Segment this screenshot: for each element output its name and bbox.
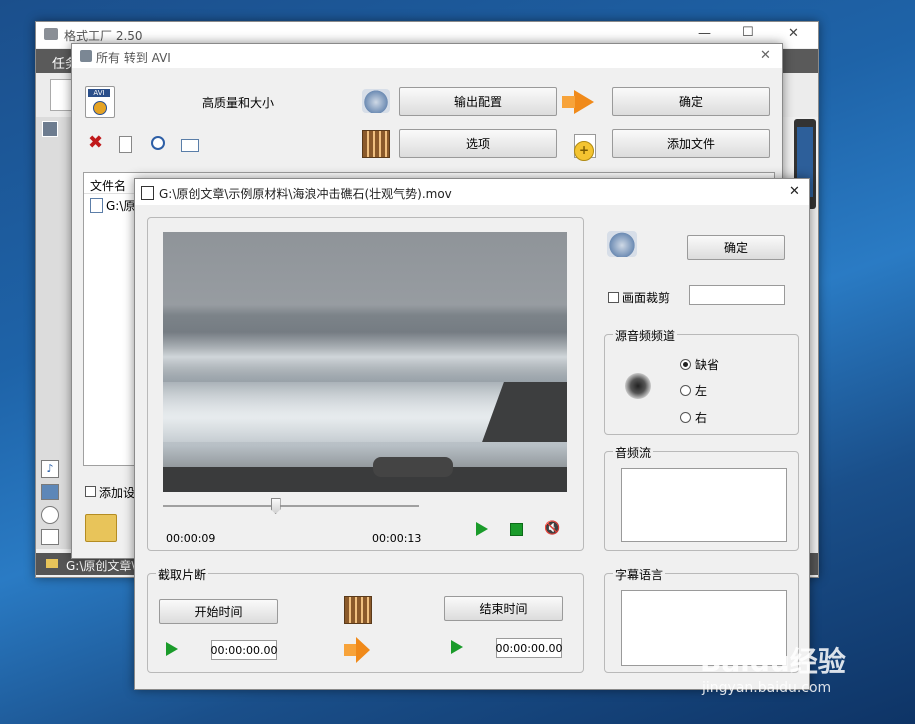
speaker-icon — [625, 373, 651, 399]
clip-titlebar: G:\原创文章\示例原材料\海浪冲击礁石(壮观气势).mov ✕ — [135, 179, 809, 205]
file-name: G:\原 — [106, 199, 136, 213]
end-play-icon[interactable] — [451, 640, 463, 654]
ok-button[interactable]: 确定 — [612, 87, 770, 116]
folder-icon — [46, 559, 58, 568]
audio-stream-list[interactable] — [621, 468, 787, 542]
add-file-plus-icon: + — [574, 141, 594, 161]
stop-icon[interactable] — [510, 523, 523, 536]
audio-channel-group: 源音频频道 缺省 左 右 — [604, 327, 799, 435]
channel-right-radio[interactable] — [680, 412, 691, 423]
file-icon — [90, 198, 103, 213]
audio-channel-legend: 源音频频道 — [613, 327, 678, 344]
disc-category-icon[interactable] — [41, 506, 59, 524]
add-settings-label: 添加设 — [99, 486, 136, 500]
watermark-url: jingyan.baidu.com — [702, 680, 832, 696]
video-category-icon[interactable] — [42, 121, 58, 137]
delete-icon[interactable]: ✖ — [88, 132, 103, 153]
output-config-icon — [362, 89, 390, 113]
category-sidebar: ♪ — [36, 117, 72, 549]
seek-track[interactable] — [163, 505, 419, 507]
arrow-right-icon-stem — [562, 96, 575, 108]
watermark-brand: Baidu经验 — [700, 645, 846, 678]
play-preview-icon[interactable] — [151, 136, 165, 150]
settings-icon — [607, 231, 637, 257]
add-settings-checkbox[interactable] — [85, 486, 96, 497]
close-button[interactable]: ✕ — [788, 26, 799, 41]
channel-right-label: 右 — [695, 411, 708, 425]
segment-arrow-icon — [356, 637, 370, 663]
audio-stream-legend: 音频流 — [613, 444, 654, 461]
clip-editor-dialog: G:\原创文章\示例原材料\海浪冲击礁石(壮观气势).mov ✕ 00:00:0… — [134, 178, 810, 690]
current-time: 00:00:09 — [166, 532, 216, 545]
channel-left-label: 左 — [695, 384, 708, 398]
options-button[interactable]: 选项 — [399, 129, 557, 158]
video-frame — [163, 232, 567, 492]
seek-thumb[interactable] — [270, 498, 281, 514]
subtitle-legend: 字幕语言 — [613, 566, 666, 583]
music-category-icon[interactable]: ♪ — [41, 460, 59, 478]
clip-title-icon — [141, 186, 154, 200]
picture-category-icon[interactable] — [41, 484, 59, 500]
clip-dialog-title: G:\原创文章\示例原材料\海浪冲击礁石(壮观气势).mov — [159, 187, 452, 201]
output-config-button[interactable]: 输出配置 — [399, 87, 557, 116]
mute-icon[interactable]: 🔇 — [544, 521, 560, 536]
filename-column-header[interactable]: 文件名 — [90, 177, 126, 194]
clip-ok-button[interactable]: 确定 — [687, 235, 785, 260]
tools-category-icon[interactable] — [41, 529, 59, 545]
clip-close-button[interactable]: ✕ — [789, 184, 800, 199]
play-icon[interactable] — [476, 522, 488, 536]
clip-film-icon — [344, 596, 372, 624]
audio-stream-group: 音频流 — [604, 444, 799, 551]
segment-legend: 截取片断 — [156, 566, 209, 583]
task-icon[interactable] — [50, 79, 72, 111]
media-info-icon[interactable] — [181, 139, 199, 152]
arrow-right-icon — [574, 90, 594, 114]
total-time: 00:00:13 — [372, 532, 422, 545]
segment-group: 截取片断 开始时间 结束时间 00:00:00.00 00:00:00.00 — [147, 566, 584, 673]
maximize-button[interactable]: ☐ — [742, 25, 754, 40]
channel-default-label: 缺省 — [695, 358, 720, 372]
crop-field[interactable] — [689, 285, 785, 305]
start-play-icon[interactable] — [166, 642, 178, 656]
baidu-watermark: Baidu经验 jingyan.baidu.com — [700, 640, 910, 706]
main-window-title: 格式工厂 2.50 — [64, 29, 143, 43]
status-path: G:\原创文章\ — [66, 559, 136, 573]
avi-dialog-title: 所有 转到 AVI — [96, 51, 171, 65]
start-time-field[interactable]: 00:00:00.00 — [211, 640, 277, 660]
crop-label: 画面裁剪 — [622, 291, 671, 305]
video-preview-group: 00:00:09 00:00:13 🔇 — [147, 217, 584, 551]
channel-default-radio[interactable] — [680, 359, 691, 370]
avi-title-icon — [80, 50, 92, 62]
minimize-button[interactable]: — — [698, 26, 711, 41]
avi-titlebar: 所有 转到 AVI ✕ — [72, 44, 782, 68]
end-time-button[interactable]: 结束时间 — [444, 596, 563, 621]
app-icon — [44, 28, 58, 40]
output-folder-icon[interactable] — [85, 514, 117, 542]
options-film-icon — [362, 130, 390, 158]
start-time-button[interactable]: 开始时间 — [159, 599, 278, 624]
remove-file-icon[interactable] — [119, 136, 132, 153]
channel-left-radio[interactable] — [680, 385, 691, 396]
end-time-field[interactable]: 00:00:00.00 — [496, 638, 562, 658]
quality-label[interactable]: 高质量和大小 — [202, 94, 274, 111]
crop-checkbox[interactable] — [608, 292, 619, 303]
add-file-button[interactable]: 添加文件 — [612, 129, 770, 158]
avi-close-button[interactable]: ✕ — [760, 48, 771, 63]
avi-format-icon: AVI — [85, 86, 115, 118]
